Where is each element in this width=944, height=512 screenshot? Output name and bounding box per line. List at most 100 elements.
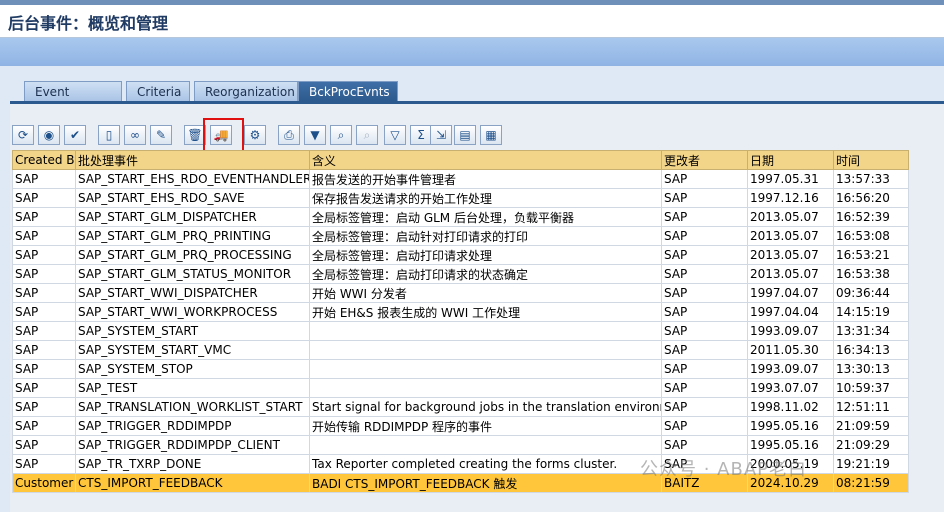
table-cell[interactable]: SAP (12, 207, 76, 227)
table-cell[interactable]: SAP_TRANSLATION_WORKLIST_START (75, 397, 310, 417)
table-cell[interactable]: 全局标签管理：启动针对打印请求的打印 (309, 226, 662, 246)
table-cell[interactable]: 16:53:21 (833, 245, 909, 265)
edit-icon[interactable]: ✎ (150, 125, 172, 145)
table-cell[interactable]: 16:56:20 (833, 188, 909, 208)
table-cell[interactable]: 1993.09.07 (747, 321, 834, 341)
table-row[interactable]: SAP SAP_TRIGGER_RDDIMPDP 开始传输 RDDIMPDP 程序的… (12, 416, 909, 436)
table-cell[interactable]: 16:53:08 (833, 226, 909, 246)
table-cell[interactable]: 全局标签管理：启动打印请求处理 (309, 245, 662, 265)
tab-bckprocevnts[interactable]: BckProcEvnts (298, 81, 398, 101)
find-next-icon[interactable]: ⌕ (356, 125, 378, 145)
print-icon[interactable]: ⎙ (278, 125, 300, 145)
filter-icon[interactable]: ▼ (304, 125, 326, 145)
table-cell[interactable]: 16:52:39 (833, 207, 909, 227)
table-cell[interactable]: 13:57:33 (833, 169, 909, 189)
column-header-time[interactable]: 时间 (833, 150, 909, 170)
table-cell[interactable]: SAP (12, 283, 76, 303)
table-cell[interactable] (309, 378, 662, 398)
column-header-event[interactable]: 批处理事件 (75, 150, 310, 170)
table-cell[interactable]: Customer (12, 473, 76, 493)
table-cell[interactable]: 21:09:59 (833, 416, 909, 436)
table-cell[interactable]: SAP (661, 435, 748, 455)
layout-icon[interactable]: ▤ (454, 125, 476, 145)
table-cell[interactable]: 1993.07.07 (747, 378, 834, 398)
table-cell[interactable]: SAP (12, 302, 76, 322)
table-cell[interactable]: SAP (661, 207, 748, 227)
table-row[interactable]: SAP SAP_START_WWI_WORKPROCESS 开始 EH&S 报表生成… (12, 302, 909, 322)
column-header-created-by[interactable]: Created By (12, 150, 76, 170)
table-cell[interactable]: 1995.05.16 (747, 435, 834, 455)
table-cell[interactable]: SAP_TR_TXRP_DONE (75, 454, 310, 474)
table-cell[interactable]: SAP (12, 188, 76, 208)
table-cell[interactable]: 全局标签管理：启动 GLM 后台处理，负载平衡器 (309, 207, 662, 227)
table-cell[interactable]: SAP (661, 188, 748, 208)
table-cell[interactable]: 16:53:38 (833, 264, 909, 284)
table-cell[interactable]: 2013.05.07 (747, 207, 834, 227)
table-cell[interactable]: 保存报告发送请求的开始工作处理 (309, 188, 662, 208)
table-cell[interactable]: SAP (661, 340, 748, 360)
table-cell[interactable]: 1998.11.02 (747, 397, 834, 417)
table-cell[interactable]: SAP (661, 321, 748, 341)
table-cell[interactable] (309, 435, 662, 455)
table-row[interactable]: SAP SAP_START_GLM_DISPATCHER 全局标签管理：启动 GLM… (12, 207, 909, 227)
table-cell[interactable]: SAP (12, 226, 76, 246)
table-cell[interactable]: BADI CTS_IMPORT_FEEDBACK 触发 (309, 473, 662, 493)
table-cell[interactable]: 19:21:19 (833, 454, 909, 474)
table-row[interactable]: SAP SAP_START_EHS_RDO_EVENTHANDLER 报告发送的开始… (12, 169, 909, 189)
table-cell[interactable]: SAP (661, 169, 748, 189)
table-cell[interactable]: 2013.05.07 (747, 245, 834, 265)
table-cell[interactable]: SAP (661, 226, 748, 246)
table-cell[interactable]: SAP_SYSTEM_START_VMC (75, 340, 310, 360)
table-cell[interactable]: 1995.05.16 (747, 416, 834, 436)
table-cell[interactable]: Start signal for background jobs in the … (309, 397, 662, 417)
table-cell[interactable]: SAP (661, 302, 748, 322)
refresh-icon[interactable]: ⟳ (12, 125, 34, 145)
table-row[interactable]: SAP SAP_SYSTEM_START SAP 1993.09.07 13:31:34 (12, 321, 909, 341)
table-row[interactable]: SAP SAP_START_GLM_PRQ_PROCESSING 全局标签管理：启动… (12, 245, 909, 265)
table-cell[interactable]: SAP (661, 264, 748, 284)
table-row[interactable]: SAP SAP_TRANSLATION_WORKLIST_START Start s… (12, 397, 909, 417)
table-cell[interactable]: 2013.05.07 (747, 264, 834, 284)
table-row[interactable]: SAP SAP_SYSTEM_START_VMC SAP 2011.05.30 16:3… (12, 340, 909, 360)
table-cell[interactable]: SAP_START_EHS_RDO_EVENTHANDLER (75, 169, 310, 189)
table-cell[interactable]: 开始 EH&S 报表生成的 WWI 工作处理 (309, 302, 662, 322)
table-cell[interactable]: 14:15:19 (833, 302, 909, 322)
table-cell[interactable] (309, 340, 662, 360)
table-cell[interactable]: 1997.04.07 (747, 283, 834, 303)
table-cell[interactable]: SAP (12, 397, 76, 417)
table-cell[interactable]: 09:36:44 (833, 283, 909, 303)
column-header-changed-by[interactable]: 更改者 (661, 150, 748, 170)
table-cell[interactable]: SAP_START_GLM_DISPATCHER (75, 207, 310, 227)
table-cell[interactable]: SAP_TEST (75, 378, 310, 398)
table-cell[interactable]: 开始 WWI 分发者 (309, 283, 662, 303)
table-cell[interactable]: Tax Reporter completed creating the form… (309, 454, 662, 474)
table-cell[interactable]: SAP (12, 435, 76, 455)
table-cell[interactable]: 全局标签管理：启动打印请求的状态确定 (309, 264, 662, 284)
where-used-icon[interactable]: ⚙ (244, 125, 266, 145)
table-row[interactable]: SAP SAP_START_GLM_STATUS_MONITOR 全局标签管理：启动… (12, 264, 909, 284)
table-row[interactable]: SAP SAP_TEST SAP 1993.07.07 10:59:37 (12, 378, 909, 398)
table-cell[interactable]: SAP_TRIGGER_RDDIMPDP_CLIENT (75, 435, 310, 455)
table-cell[interactable]: SAP (661, 378, 748, 398)
table-cell[interactable]: SAP (12, 321, 76, 341)
table-cell[interactable]: 10:59:37 (833, 378, 909, 398)
table-cell[interactable]: 报告发送的开始事件管理者 (309, 169, 662, 189)
check-icon[interactable]: ✔ (64, 125, 86, 145)
tab-reorganization[interactable]: Reorganization (194, 81, 298, 101)
table-cell[interactable]: SAP_START_WWI_WORKPROCESS (75, 302, 310, 322)
table-row[interactable]: SAP SAP_SYSTEM_STOP SAP 1993.09.07 13:30:13 (12, 359, 909, 379)
table-row[interactable]: SAP SAP_START_GLM_PRQ_PRINTING 全局标签管理：启动针对… (12, 226, 909, 246)
table-cell[interactable]: SAP (12, 454, 76, 474)
table-cell[interactable]: SAP (661, 283, 748, 303)
table-cell[interactable] (309, 321, 662, 341)
table-cell[interactable]: SAP (12, 416, 76, 436)
table-cell[interactable]: SAP (12, 378, 76, 398)
tab-criteria[interactable]: Criteria (126, 81, 190, 101)
table-cell[interactable]: 1997.04.04 (747, 302, 834, 322)
table-cell[interactable]: 13:30:13 (833, 359, 909, 379)
table-cell[interactable]: 2011.05.30 (747, 340, 834, 360)
table-row[interactable]: SAP SAP_START_WWI_DISPATCHER 开始 WWI 分发者 SAP… (12, 283, 909, 303)
table-cell[interactable]: 2013.05.07 (747, 226, 834, 246)
table-cell[interactable]: SAP (12, 359, 76, 379)
table-cell[interactable]: 13:31:34 (833, 321, 909, 341)
